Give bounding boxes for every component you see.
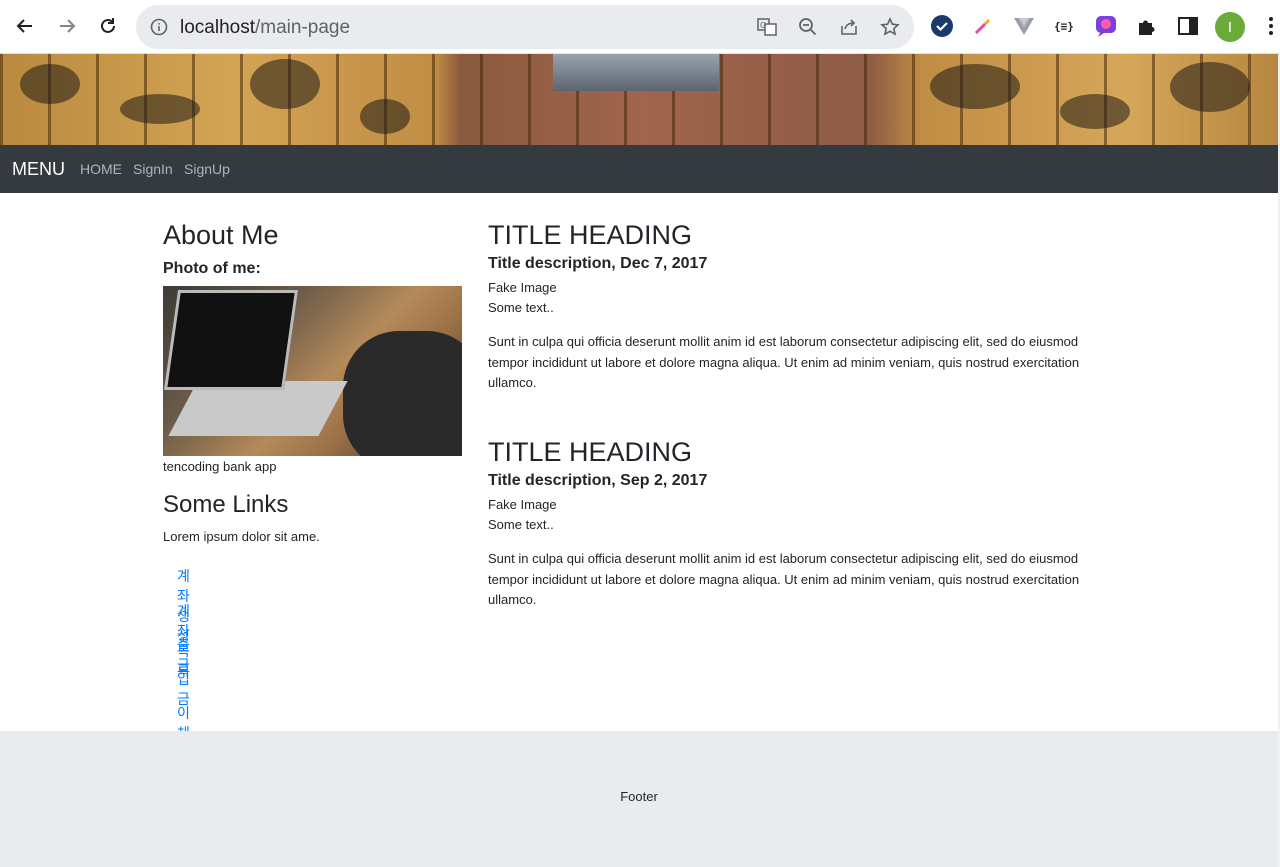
extension-chat-icon[interactable] bbox=[1093, 13, 1119, 39]
header-banner-image bbox=[0, 54, 1280, 145]
photo-label: Photo of me: bbox=[163, 260, 261, 277]
post: TITLE HEADING Title description, Dec 7, … bbox=[488, 220, 1108, 394]
avatar-letter: I bbox=[1227, 18, 1233, 36]
post-body: Sunt in culpa qui officia deserunt molli… bbox=[488, 551, 1080, 607]
about-heading: About Me bbox=[163, 220, 279, 250]
url-text: localhost/main-page bbox=[180, 17, 350, 39]
site-info-icon[interactable] bbox=[148, 16, 170, 38]
forward-arrow-icon bbox=[60, 19, 76, 33]
back-arrow-icon bbox=[16, 19, 32, 33]
svg-text:G: G bbox=[760, 21, 766, 30]
post-description: Title description, Sep 2, 2017 bbox=[488, 472, 708, 489]
translate-icon[interactable]: G bbox=[756, 16, 778, 38]
extension-check-icon[interactable] bbox=[929, 13, 955, 39]
post-title: TITLE HEADING bbox=[488, 437, 693, 467]
street-photo-inset bbox=[553, 54, 719, 91]
post-image-text: Fake Image bbox=[488, 497, 557, 512]
photo-caption: tencoding bank app bbox=[163, 459, 277, 474]
address-bar[interactable]: localhost/main-page G bbox=[136, 5, 914, 49]
extension-color-picker-icon[interactable] bbox=[970, 13, 996, 39]
browser-menu-icon[interactable] bbox=[1258, 13, 1280, 39]
extension-vue-icon[interactable] bbox=[1011, 13, 1037, 39]
extension-json-icon[interactable]: {≡} bbox=[1052, 13, 1078, 39]
nav-link-home[interactable]: HOME bbox=[80, 161, 122, 177]
nav-link-signup[interactable]: SignUp bbox=[184, 161, 230, 177]
sidebar: About Me Photo of me: tencoding bank app… bbox=[163, 220, 463, 544]
extensions-puzzle-icon[interactable] bbox=[1134, 13, 1160, 39]
side-panel-icon[interactable] bbox=[1175, 13, 1201, 39]
post-title: TITLE HEADING bbox=[488, 220, 693, 250]
reload-icon bbox=[101, 18, 115, 33]
share-icon[interactable] bbox=[838, 16, 860, 38]
browser-toolbar: localhost/main-page G {≡} I bbox=[0, 0, 1280, 54]
profile-avatar[interactable]: I bbox=[1215, 12, 1245, 42]
post: TITLE HEADING Title description, Sep 2, … bbox=[488, 437, 1108, 611]
nav-link-signin[interactable]: SignIn bbox=[133, 161, 173, 177]
post-text: Some text.. bbox=[488, 517, 554, 532]
profile-photo bbox=[163, 286, 462, 456]
back-button[interactable] bbox=[10, 11, 40, 41]
reload-button[interactable] bbox=[93, 11, 123, 41]
post-description: Title description, Dec 7, 2017 bbox=[488, 255, 708, 272]
post-text: Some text.. bbox=[488, 300, 554, 315]
post-image-text: Fake Image bbox=[488, 280, 557, 295]
url-path: /main-page bbox=[255, 17, 351, 38]
links-text: Lorem ipsum dolor sit ame. bbox=[163, 529, 320, 544]
navbar-brand[interactable]: MENU bbox=[12, 159, 65, 180]
footer: Footer bbox=[0, 731, 1278, 867]
url-host: localhost bbox=[180, 17, 255, 38]
post-body: Sunt in culpa qui officia deserunt molli… bbox=[488, 334, 1080, 390]
zoom-icon[interactable] bbox=[797, 16, 819, 38]
forward-button[interactable] bbox=[52, 11, 82, 41]
svg-text:{≡}: {≡} bbox=[1054, 20, 1074, 33]
footer-text: Footer bbox=[620, 789, 658, 804]
bookmark-star-icon[interactable] bbox=[879, 16, 901, 38]
links-heading: Some Links bbox=[163, 491, 289, 518]
top-navbar: MENU HOME SignIn SignUp bbox=[0, 145, 1278, 193]
